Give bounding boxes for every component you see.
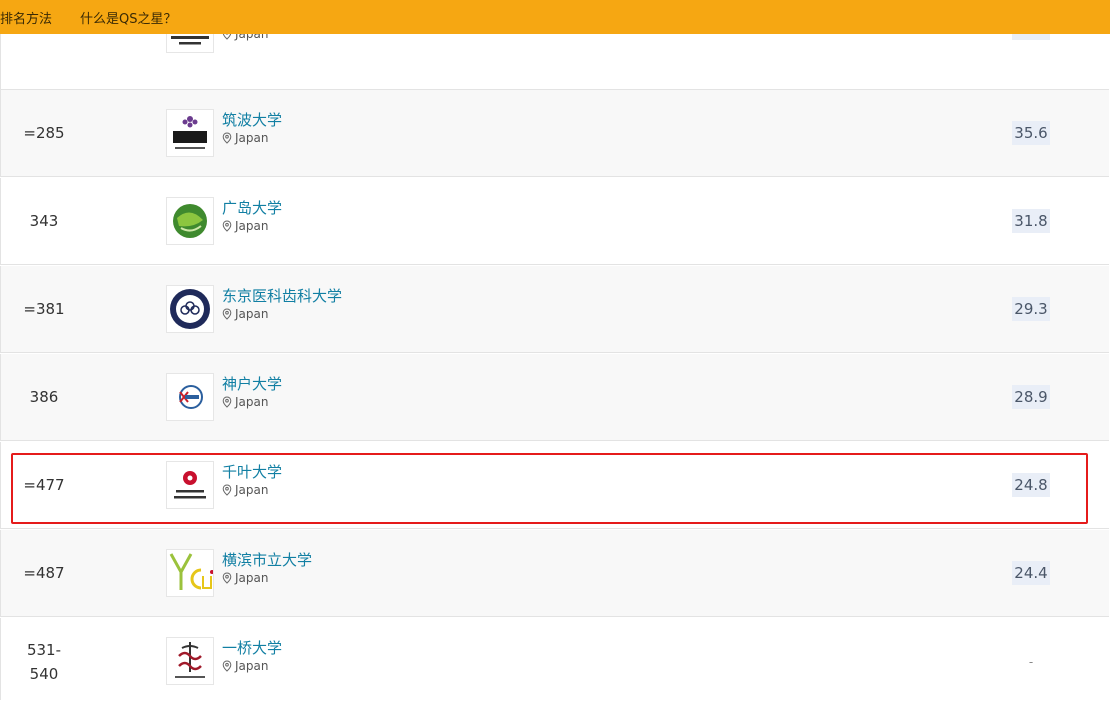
rank-value: =285	[23, 124, 65, 142]
table-row: =285 筑波大学 Japan 35.6	[0, 90, 1109, 177]
rank-value: 386	[29, 388, 59, 406]
location-label: Japan	[235, 395, 269, 409]
university-name-link[interactable]: 广岛大学	[222, 197, 282, 218]
overall-score: 31.8	[1012, 209, 1050, 233]
location: Japan	[221, 571, 268, 585]
location: Japan	[221, 483, 268, 497]
university-name-link[interactable]: 神户大学	[222, 373, 282, 394]
university-name-link[interactable]: 千叶大学	[222, 461, 282, 482]
location-pin-icon	[222, 660, 232, 672]
location: Japan	[221, 395, 268, 409]
nav-ranking-methodology[interactable]: 排名方法	[0, 8, 52, 27]
rank-value: =381	[23, 300, 65, 318]
location-pin-icon	[222, 132, 232, 144]
rank-value: =487	[23, 564, 65, 582]
location-label: Japan	[235, 131, 269, 145]
location-pin-icon	[222, 308, 232, 320]
location: Japan	[221, 131, 268, 145]
table-row: 343 广岛大学 Japan 31.8	[0, 178, 1109, 265]
overall-score: 28.9	[1012, 385, 1050, 409]
university-name-link[interactable]: 横滨市立大学	[222, 549, 312, 570]
location: Japan	[221, 307, 268, 321]
university-name-link[interactable]: 一桥大学	[222, 637, 282, 658]
table-row: =477 千叶大学 Japan 24.8	[0, 442, 1109, 529]
location-label: Japan	[235, 307, 269, 321]
overall-score: -	[1028, 655, 1034, 669]
rank-value: 343	[29, 212, 59, 230]
table-row: 386 神户大学 Japan 28.9	[0, 354, 1109, 441]
location-pin-icon	[222, 484, 232, 496]
overall-score: 29.3	[1012, 297, 1050, 321]
location: Japan	[221, 219, 268, 233]
rank-value-line-2: 540	[29, 665, 59, 683]
location-label: Japan	[235, 219, 269, 233]
top-navigation-bar: 排名方法 什么是QS之星？	[0, 0, 1110, 34]
university-name-link[interactable]: 筑波大学	[222, 109, 282, 130]
chiba-logo	[166, 461, 214, 509]
location: Japan	[221, 659, 268, 673]
overall-score: 24.8	[1012, 473, 1050, 497]
nav-what-is-qs-stars[interactable]: 什么是QS之星？	[80, 8, 177, 27]
overall-score: 35.6	[1012, 121, 1050, 145]
table-row: 531- 540 一桥大学 Japan -	[0, 618, 1109, 700]
location-pin-icon	[222, 220, 232, 232]
location-label: Japan	[235, 571, 269, 585]
table-row: =381 东京医科齿科大学 Japan 29.3	[0, 266, 1109, 353]
ycu-logo	[166, 549, 214, 597]
hitotsubashi-logo	[166, 637, 214, 685]
rank-value: =477	[23, 476, 65, 494]
hiroshima-logo	[166, 197, 214, 245]
table-row: =487 横滨市立大学 Japan 24.4	[0, 530, 1109, 617]
rank-value: 531- 540	[1, 618, 87, 706]
overall-score: 24.4	[1012, 561, 1050, 585]
rank-value-line-1: 531-	[26, 641, 62, 659]
kobe-logo	[166, 373, 214, 421]
tmdu-logo	[166, 285, 214, 333]
location-label: Japan	[235, 483, 269, 497]
tsukuba-logo	[166, 109, 214, 157]
location-label: Japan	[235, 659, 269, 673]
location-pin-icon	[222, 572, 232, 584]
location-pin-icon	[222, 396, 232, 408]
university-name-link[interactable]: 东京医科齿科大学	[222, 285, 342, 306]
